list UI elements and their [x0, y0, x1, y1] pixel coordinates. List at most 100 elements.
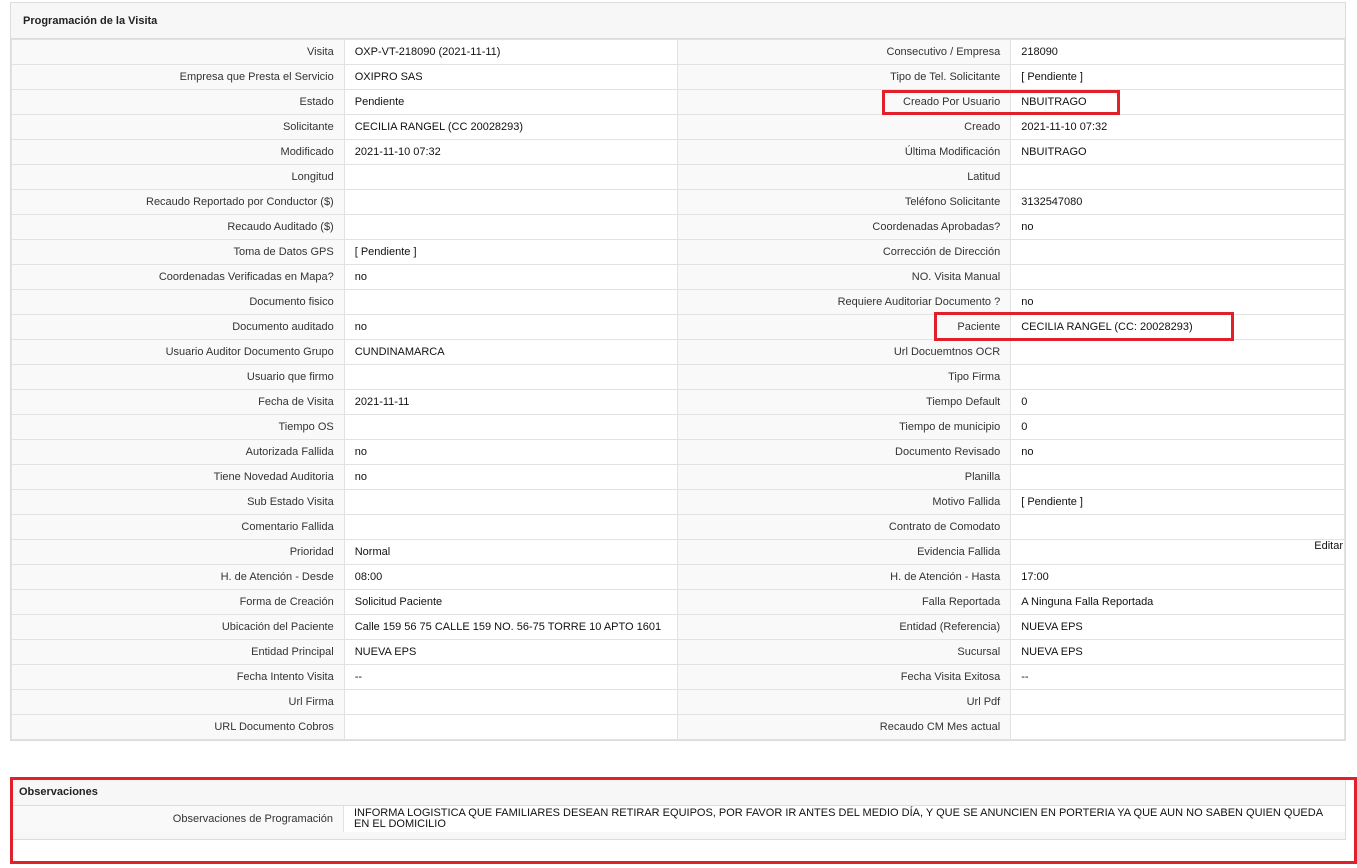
- field-label: Fecha de Visita: [11, 389, 345, 415]
- field-label: Tiempo de municipio: [677, 414, 1012, 440]
- field-value: 2021-11-10 07:32: [1010, 114, 1345, 140]
- programacion-panel: Programación de la Visita Visita OXP-VT-2…: [10, 2, 1346, 741]
- table-row: Autorizada Fallida no Documento Revisado …: [11, 439, 1345, 465]
- field-value: CECILIA RANGEL (CC 20028293): [343, 114, 679, 140]
- field-label: Comentario Fallida: [11, 514, 345, 540]
- field-label: Empresa que Presta el Servicio: [11, 64, 345, 90]
- table-row: URL Documento Cobros Recaudo CM Mes actua…: [11, 714, 1345, 740]
- field-label: Consecutivo / Empresa: [677, 39, 1012, 65]
- field-label: Fecha Visita Exitosa: [677, 664, 1012, 690]
- field-label: Estado: [11, 89, 345, 115]
- field-label: Url Pdf: [677, 689, 1012, 715]
- field-value: --: [1010, 664, 1345, 690]
- table-row: Toma de Datos GPS[ Pendiente ] Corrección…: [11, 239, 1345, 265]
- field-value: [ Pendiente ]: [1010, 64, 1345, 90]
- field-label: Usuario Auditor Documento Grupo: [11, 339, 345, 365]
- field-label: Creado: [677, 114, 1012, 140]
- field-label: Prioridad: [11, 539, 345, 565]
- field-value: A Ninguna Falla Reportada: [1010, 589, 1345, 615]
- field-label: Toma de Datos GPS: [11, 239, 345, 265]
- field-label: Requiere Auditoriar Documento ?: [677, 289, 1012, 315]
- field-value: Calle 159 56 75 CALLE 159 NO. 56-75 TORR…: [343, 614, 679, 640]
- table-row: Coordenadas Verificadas en Mapa? no NO. V…: [11, 264, 1345, 290]
- field-value: [1010, 264, 1345, 290]
- field-value: [343, 514, 679, 540]
- field-value: [343, 364, 679, 390]
- field-label: URL Documento Cobros: [11, 714, 345, 740]
- field-label: Planilla: [677, 464, 1012, 490]
- field-value: [ Pendiente ]: [1010, 489, 1345, 515]
- field-label: Última Modificación: [677, 139, 1012, 165]
- field-value: [1010, 464, 1345, 490]
- field-value: Pendiente: [343, 89, 679, 115]
- field-label: Modificado: [11, 139, 345, 165]
- table-row: Usuario que firmo Tipo Firma: [11, 364, 1345, 390]
- field-value: [ Pendiente ]: [343, 239, 679, 265]
- field-value: CUNDINAMARCA: [343, 339, 679, 365]
- field-label: Tiene Novedad Auditoria: [11, 464, 345, 490]
- field-label: H. de Atención - Desde: [11, 564, 345, 590]
- field-value: no: [343, 464, 679, 490]
- field-label: Recaudo CM Mes actual: [677, 714, 1012, 740]
- field-value: NBUITRAGO: [1010, 139, 1345, 165]
- field-label: Falla Reportada: [677, 589, 1012, 615]
- field-label: Tipo Firma: [677, 364, 1012, 390]
- field-label: Documento fisico: [11, 289, 345, 315]
- field-label: Forma de Creación: [11, 589, 345, 615]
- field-value: [1010, 339, 1345, 365]
- field-label: Contrato de Comodato: [677, 514, 1012, 540]
- field-value: [1010, 164, 1345, 190]
- table-row: Fecha de Visita 2021-11-11 Tiempo Default…: [11, 389, 1345, 415]
- field-label: Coordenadas Verificadas en Mapa?: [11, 264, 345, 290]
- table-row: Empresa que Presta el Servicio OXIPRO SAS…: [11, 64, 1345, 90]
- field-label: Motivo Fallida: [677, 489, 1012, 515]
- table-row: Sub Estado Visita Motivo Fallida[ Pendien…: [11, 489, 1345, 515]
- field-value: 2021-11-10 07:32: [343, 139, 679, 165]
- field-value: no: [343, 439, 679, 465]
- highlight-paciente: [934, 312, 1234, 341]
- field-value: no: [1010, 289, 1345, 315]
- field-value: 0: [1010, 414, 1345, 440]
- field-label: Coordenadas Aprobadas?: [677, 214, 1012, 240]
- table-row: Solicitante CECILIA RANGEL (CC 20028293) C…: [11, 114, 1345, 140]
- field-label: Evidencia Fallida: [677, 539, 1012, 565]
- field-value: NUEVA EPS: [1010, 639, 1345, 665]
- field-label: Documento auditado: [11, 314, 345, 340]
- field-value: NUEVA EPS: [1010, 614, 1345, 640]
- field-label: Entidad Principal: [11, 639, 345, 665]
- field-value: [343, 289, 679, 315]
- table-row: Url Firma Url Pdf: [11, 689, 1345, 715]
- table-row: Estado Pendiente Creado Por Usuario NBUITRA…: [11, 89, 1345, 115]
- field-value: [1010, 364, 1345, 390]
- field-value: [343, 714, 679, 740]
- table-row: Visita OXP-VT-218090 (2021-11-11) Consecut…: [11, 39, 1345, 65]
- table-row: Usuario Auditor Documento Grupo CUNDINAMA…: [11, 339, 1345, 365]
- field-label: Teléfono Solicitante: [677, 189, 1012, 215]
- field-value: [343, 214, 679, 240]
- field-value: --: [343, 664, 679, 690]
- table-row: Recaudo Reportado por Conductor ($) Teléf…: [11, 189, 1345, 215]
- field-label: Sub Estado Visita: [11, 489, 345, 515]
- field-value: Solicitud Paciente: [343, 589, 679, 615]
- field-label: Visita: [11, 39, 345, 65]
- field-value: [343, 164, 679, 190]
- field-value: NUEVA EPS: [343, 639, 679, 665]
- edit-link[interactable]: Editar: [1314, 540, 1343, 552]
- field-value: no: [1010, 214, 1345, 240]
- field-value: [1010, 714, 1345, 740]
- field-label: NO. Visita Manual: [677, 264, 1012, 290]
- field-value: [1010, 539, 1345, 565]
- highlight-observaciones: [10, 777, 1357, 864]
- field-value: OXIPRO SAS: [343, 64, 679, 90]
- table-row: Modificado 2021-11-10 07:32 Última Modific…: [11, 139, 1345, 165]
- table-row: H. de Atención - Desde 08:00 H. de Atenció…: [11, 564, 1345, 590]
- field-label: Autorizada Fallida: [11, 439, 345, 465]
- table-row: Entidad Principal NUEVA EPS Sucursal NUEVA …: [11, 639, 1345, 665]
- table-row: Prioridad Normal Evidencia Fallida: [11, 539, 1345, 565]
- field-value: [343, 189, 679, 215]
- field-value: 3132547080: [1010, 189, 1345, 215]
- field-label: Tiempo OS: [11, 414, 345, 440]
- field-label: H. de Atención - Hasta: [677, 564, 1012, 590]
- field-label: Tiempo Default: [677, 389, 1012, 415]
- field-value: no: [1010, 439, 1345, 465]
